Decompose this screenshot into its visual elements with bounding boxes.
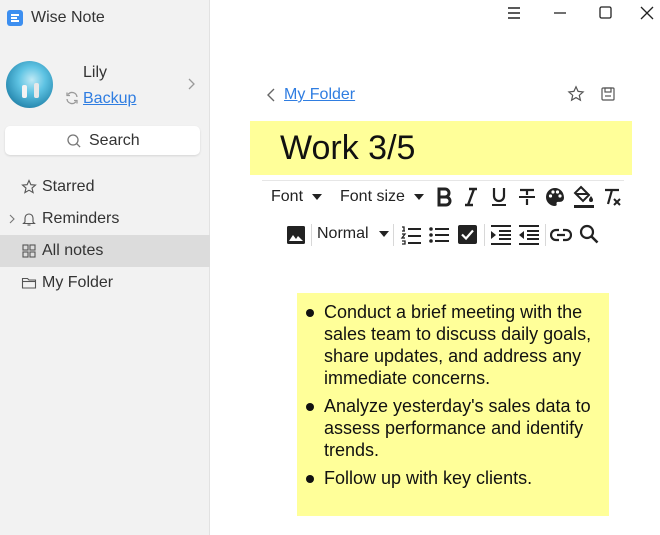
link-icon[interactable] bbox=[550, 226, 572, 244]
sidebar-item-label: My Folder bbox=[42, 274, 114, 291]
list-item-text: Analyze yesterday's sales data to assess… bbox=[324, 396, 591, 460]
sidebar-item-label: Starred bbox=[42, 178, 95, 195]
sidebar-item-reminders[interactable]: Reminders bbox=[0, 203, 210, 235]
bullet-icon bbox=[306, 475, 314, 483]
sidebar-item-starred[interactable]: Starred bbox=[0, 171, 210, 203]
bold-icon[interactable] bbox=[436, 187, 452, 207]
search-label: Search bbox=[89, 132, 140, 149]
italic-icon[interactable] bbox=[464, 187, 478, 207]
find-icon[interactable] bbox=[579, 224, 599, 244]
app-logo-icon bbox=[7, 10, 23, 26]
sidebar-item-my-folder[interactable]: My Folder bbox=[0, 267, 210, 299]
toolbar-divider bbox=[262, 180, 624, 181]
sidebar-item-label: Reminders bbox=[42, 210, 120, 227]
font-size-dropdown[interactable]: Font size bbox=[340, 188, 425, 206]
chevron-right-icon[interactable] bbox=[186, 77, 196, 91]
chevron-down-icon bbox=[312, 193, 323, 200]
paragraph-style-label: Normal bbox=[317, 225, 369, 242]
close-icon[interactable] bbox=[637, 3, 657, 23]
toolbar-separator bbox=[484, 224, 485, 246]
back-arrow-icon[interactable] bbox=[265, 87, 277, 103]
list-item-text: Follow up with key clients. bbox=[324, 468, 533, 488]
save-icon[interactable] bbox=[600, 86, 616, 102]
app-title: Wise Note bbox=[31, 9, 105, 26]
font-dropdown-label: Font bbox=[271, 188, 304, 205]
bullet-icon bbox=[306, 403, 314, 411]
note-body[interactable]: Conduct a brief meeting with the sales t… bbox=[297, 293, 609, 516]
checklist-icon[interactable] bbox=[457, 224, 478, 245]
indent-decrease-icon[interactable] bbox=[518, 224, 540, 246]
menu-icon[interactable] bbox=[504, 3, 524, 23]
clear-formatting-icon[interactable] bbox=[602, 187, 622, 207]
note-title[interactable]: Work 3/5 bbox=[280, 129, 415, 168]
indent-increase-icon[interactable] bbox=[490, 224, 512, 246]
sidebar: Wise Note Lily Backup Search Starred Rem… bbox=[0, 0, 210, 535]
font-size-dropdown-label: Font size bbox=[340, 188, 405, 205]
list-item[interactable]: Analyze yesterday's sales data to assess… bbox=[297, 395, 609, 461]
avatar[interactable] bbox=[6, 61, 53, 108]
toolbar-separator bbox=[545, 224, 546, 246]
chevron-down-icon bbox=[379, 230, 390, 237]
sidebar-item-label: All notes bbox=[42, 242, 104, 259]
bell-icon bbox=[22, 213, 36, 226]
fill-color-icon[interactable] bbox=[573, 185, 595, 209]
note-title-box[interactable]: Work 3/5 bbox=[250, 121, 632, 175]
list-item[interactable]: Conduct a brief meeting with the sales t… bbox=[297, 301, 609, 389]
search-button[interactable]: Search bbox=[5, 126, 200, 155]
toolbar-separator bbox=[311, 224, 312, 246]
toolbar-separator bbox=[393, 224, 394, 246]
bullet-list: Conduct a brief meeting with the sales t… bbox=[297, 301, 609, 495]
font-dropdown[interactable]: Font bbox=[271, 188, 323, 206]
image-icon[interactable] bbox=[286, 225, 306, 245]
star-icon bbox=[21, 179, 37, 194]
user-name: Lily bbox=[83, 64, 108, 81]
underline-icon[interactable] bbox=[491, 187, 507, 207]
backup-link[interactable]: Backup bbox=[83, 90, 136, 108]
grid-icon bbox=[22, 244, 36, 258]
minimize-icon[interactable] bbox=[550, 3, 570, 23]
sidebar-item-all-notes[interactable]: All notes bbox=[0, 235, 210, 267]
list-item-text: Conduct a brief meeting with the sales t… bbox=[324, 302, 592, 388]
strikethrough-icon[interactable] bbox=[518, 187, 536, 207]
maximize-icon[interactable] bbox=[596, 3, 616, 23]
paragraph-style-dropdown[interactable]: Normal bbox=[317, 225, 390, 243]
list-item[interactable]: Follow up with key clients. bbox=[297, 467, 609, 489]
sync-icon bbox=[66, 91, 78, 105]
chevron-down-icon bbox=[414, 193, 425, 200]
bulleted-list-icon[interactable] bbox=[428, 224, 450, 246]
expand-arrow-icon[interactable] bbox=[8, 214, 16, 224]
breadcrumb[interactable]: My Folder bbox=[284, 86, 355, 104]
bullet-icon bbox=[306, 309, 314, 317]
search-icon bbox=[67, 134, 81, 148]
folder-icon bbox=[21, 277, 37, 289]
numbered-list-icon[interactable] bbox=[400, 224, 422, 246]
star-icon[interactable] bbox=[567, 85, 585, 103]
text-color-palette-icon[interactable] bbox=[545, 187, 565, 207]
